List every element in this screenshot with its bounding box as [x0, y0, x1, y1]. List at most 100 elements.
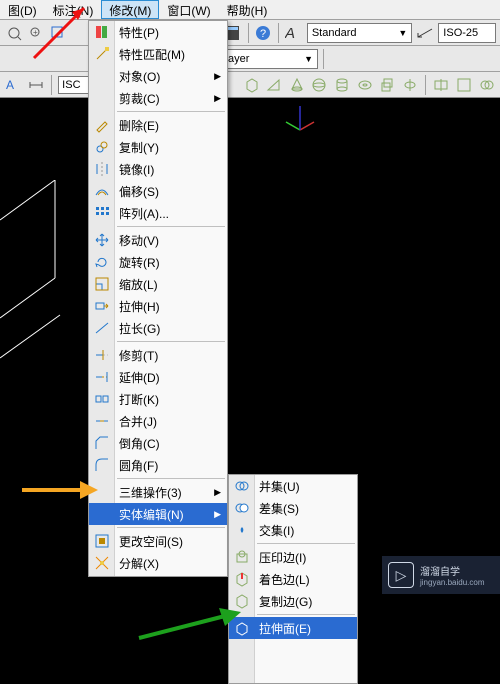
textstyle-value: Standard [312, 27, 357, 39]
menu-intersect[interactable]: 交集(I) [229, 519, 357, 541]
menu-modify[interactable]: 修改(M) [101, 0, 159, 19]
menu-rotate[interactable]: 旋转(R) [89, 251, 227, 273]
torus-icon[interactable] [355, 75, 374, 95]
menu-explode[interactable]: 分解(X) [89, 552, 227, 574]
separator [248, 23, 249, 43]
dimstyle-icon[interactable] [415, 23, 435, 43]
offset-icon [93, 182, 111, 200]
rotate-icon [93, 253, 111, 271]
watermark-url: jingyan.baidu.com [420, 578, 484, 587]
chspace-icon [93, 532, 111, 550]
menu-union[interactable]: 并集(U) [229, 475, 357, 497]
menu-erase[interactable]: 删除(E) [89, 114, 227, 136]
menu-solidedit[interactable]: 实体编辑(N)▶ [89, 503, 227, 525]
menu-imprint[interactable]: 压印边(I) [229, 546, 357, 568]
menu-copy[interactable]: 复制(Y) [89, 136, 227, 158]
menu-dimension[interactable]: 标注(N) [45, 0, 102, 19]
text-icon[interactable]: A [4, 75, 23, 95]
join-icon [93, 412, 111, 430]
properties-icon [93, 23, 111, 41]
dimstyle-dropdown[interactable]: ISO-25 [438, 23, 496, 43]
toolbar-layers: ByLayer ▼ [0, 46, 500, 72]
wireframe-lines [0, 180, 90, 380]
submenu-arrow-icon: ▶ [214, 93, 221, 104]
menu-mirror[interactable]: 镜像(I) [89, 158, 227, 180]
menu-fillet[interactable]: 圆角(F) [89, 454, 227, 476]
toolbar-solids: A ISC [0, 72, 500, 98]
subtract-icon [233, 499, 251, 517]
zoom-extents-icon[interactable]: + [26, 23, 45, 43]
menu-clip[interactable]: 剪裁(C)▶ [89, 87, 227, 109]
array-icon [93, 204, 111, 222]
watermark-logo-icon: ▷ [388, 562, 414, 588]
help-icon[interactable]: ? [254, 23, 273, 43]
menu-trim[interactable]: 修剪(T) [89, 344, 227, 366]
menu-separator [117, 527, 225, 528]
submenu-arrow-icon: ▶ [214, 487, 221, 498]
wedge-icon[interactable] [265, 75, 284, 95]
menu-stretch[interactable]: 拉伸(H) [89, 295, 227, 317]
extrudeface-icon [233, 619, 251, 637]
menu-object[interactable]: 对象(O)▶ [89, 65, 227, 87]
svg-text:A: A [285, 25, 295, 41]
svg-text:+: + [33, 28, 38, 37]
modify-menu: 特性(P) 特性匹配(M) 对象(O)▶ 剪裁(C)▶ 删除(E) 复制(Y) … [88, 20, 228, 577]
coloredge-icon [233, 570, 251, 588]
menu-extend[interactable]: 延伸(D) [89, 366, 227, 388]
menu-move[interactable]: 移动(V) [89, 229, 227, 251]
menu-separator [117, 341, 225, 342]
dim-icon[interactable] [27, 75, 46, 95]
menu-3dops[interactable]: 三维操作(3)▶ [89, 481, 227, 503]
trim-icon [93, 346, 111, 364]
separator [278, 23, 279, 43]
menu-chamfer[interactable]: 倒角(C) [89, 432, 227, 454]
solidedit-submenu: 并集(U) 差集(S) 交集(I) 压印边(I) 着色边(L) 复制边(G) 拉… [228, 474, 358, 684]
cone-icon[interactable] [287, 75, 306, 95]
extend-icon [93, 368, 111, 386]
interfere-icon[interactable] [477, 75, 496, 95]
revolve-icon[interactable] [401, 75, 420, 95]
textstyle-dropdown[interactable]: Standard ▼ [307, 23, 412, 43]
chevron-down-icon: ▼ [398, 28, 407, 38]
textstyle-icon[interactable]: A [284, 23, 304, 43]
section-icon[interactable] [455, 75, 474, 95]
erase-icon [93, 116, 111, 134]
menu-subtract[interactable]: 差集(S) [229, 497, 357, 519]
scale-icon [93, 275, 111, 293]
break-icon [93, 390, 111, 408]
menu-separator [117, 111, 225, 112]
menu-copyedge[interactable]: 复制边(G) [229, 590, 357, 612]
sphere-icon[interactable] [310, 75, 329, 95]
menu-help[interactable]: 帮助(H) [219, 0, 276, 19]
menu-separator [257, 543, 355, 544]
extrude-icon[interactable] [378, 75, 397, 95]
menu-matchprop[interactable]: 特性匹配(M) [89, 43, 227, 65]
copyedge-icon [233, 592, 251, 610]
svg-text:A: A [6, 78, 14, 92]
menu-chspace[interactable]: 更改空间(S) [89, 530, 227, 552]
chevron-down-icon: ▼ [304, 54, 313, 64]
slice-icon[interactable] [432, 75, 451, 95]
zoom-window-icon[interactable] [48, 23, 67, 43]
chamfer-icon [93, 434, 111, 452]
menu-window[interactable]: 窗口(W) [159, 0, 218, 19]
menu-extrudeface[interactable]: 拉伸面(E) [229, 617, 357, 639]
dimstyle-value: ISO-25 [443, 27, 478, 39]
imprint-icon [233, 548, 251, 566]
menu-lengthen[interactable]: 拉长(G) [89, 317, 227, 339]
tool-icon[interactable] [4, 23, 23, 43]
separator [323, 49, 324, 69]
menu-coloredge[interactable]: 着色边(L) [229, 568, 357, 590]
menu-array[interactable]: 阵列(A)... [89, 202, 227, 224]
menu-break[interactable]: 打断(K) [89, 388, 227, 410]
menu-drawing[interactable]: 图(D) [0, 0, 45, 19]
menu-separator [117, 478, 225, 479]
menu-scale[interactable]: 缩放(L) [89, 273, 227, 295]
separator [425, 75, 426, 95]
menu-offset[interactable]: 偏移(S) [89, 180, 227, 202]
box-icon[interactable] [242, 75, 261, 95]
copy-icon [93, 138, 111, 156]
cylinder-icon[interactable] [333, 75, 352, 95]
menu-join[interactable]: 合并(J) [89, 410, 227, 432]
menu-properties[interactable]: 特性(P) [89, 21, 227, 43]
